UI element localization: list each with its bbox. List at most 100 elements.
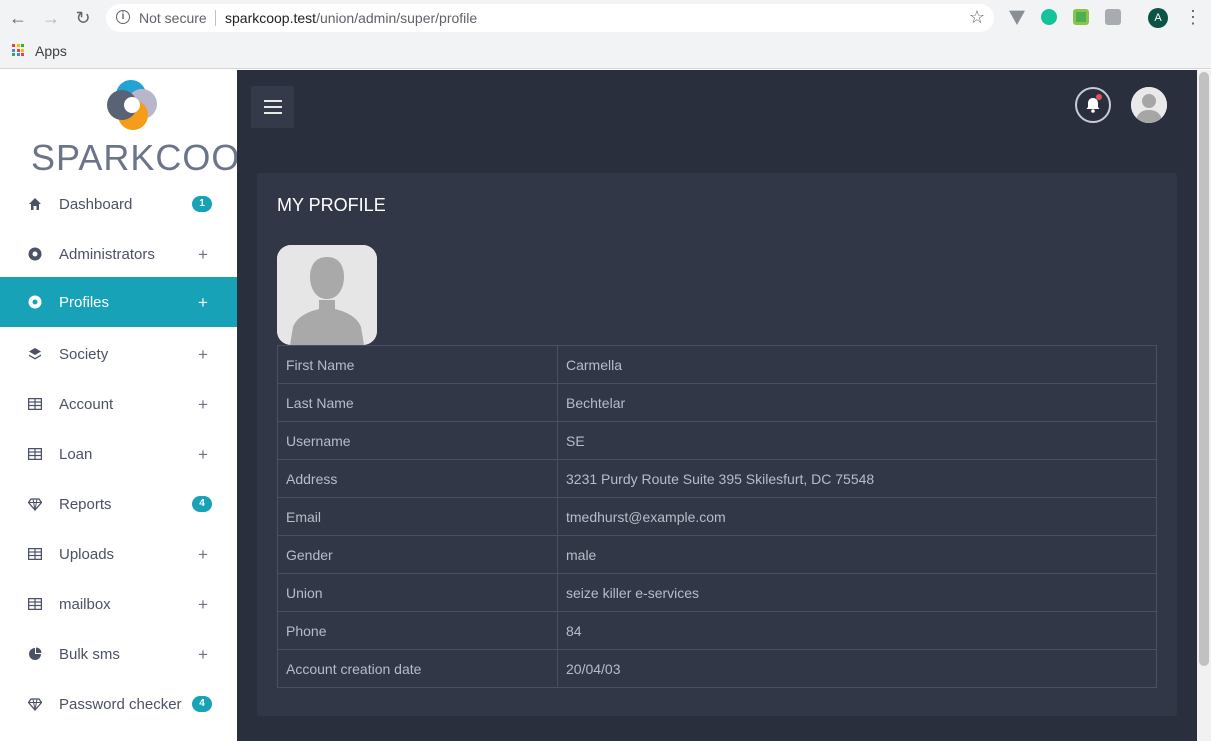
sidebar-item-bulk-sms[interactable]: Bulk sms + (0, 629, 237, 679)
sidebar-item-label: Dashboard (59, 195, 133, 213)
divider (215, 10, 216, 26)
sidebar-item-dashboard[interactable]: Dashboard 1 (0, 179, 237, 229)
hamburger-line (264, 112, 282, 114)
field-value: seize killer e-services (557, 573, 1157, 612)
grid-icon (27, 546, 43, 562)
bookmarks-bar: Apps (0, 36, 1211, 69)
profile-table: First Name Carmella Last Name Bechtelar Us… (277, 345, 1157, 688)
user-avatar[interactable] (1131, 87, 1167, 123)
circle-dot-icon (27, 246, 43, 262)
sidebar-item-label: mailbox (59, 595, 111, 613)
extension-v-icon[interactable] (1009, 10, 1025, 25)
field-label: Address (277, 459, 558, 498)
reload-icon[interactable]: ↻ (73, 8, 93, 28)
sidebar-item-account[interactable]: Account + (0, 379, 237, 429)
sparkcoop-logo-icon (107, 80, 157, 130)
diamond-icon (27, 696, 43, 712)
sidebar-item-label: Administrators (59, 245, 155, 263)
grid-icon (27, 596, 43, 612)
field-label: Phone (277, 611, 558, 650)
field-label: Union (277, 573, 558, 612)
sidebar-item-label: Uploads (59, 545, 115, 563)
sidebar-item-society[interactable]: Society + (0, 329, 237, 379)
table-row: Union seize killer e-services (277, 573, 1157, 612)
expand-plus-icon[interactable]: + (198, 546, 208, 563)
sidebar-item-label: Account (59, 395, 114, 413)
expand-plus-icon[interactable]: + (198, 446, 208, 463)
table-row: Last Name Bechtelar (277, 383, 1157, 422)
table-row: Username SE (277, 421, 1157, 460)
sidebar-item-reports[interactable]: Reports 4 (0, 479, 237, 529)
user-silhouette-icon (277, 245, 377, 345)
field-label: Email (277, 497, 558, 536)
table-row: First Name Carmella (277, 345, 1157, 384)
sidebar: SPARKCOOP Dashboard 1 Administrators + P… (0, 70, 264, 741)
expand-plus-icon[interactable]: + (198, 596, 208, 613)
hamburger-line (264, 100, 282, 102)
page-scrollbar[interactable] (1197, 70, 1211, 741)
apps-icon[interactable] (12, 44, 24, 56)
browser-menu-icon[interactable]: ⋮ (1184, 7, 1202, 27)
field-value: 3231 Purdy Route Suite 395 Skilesfurt, D… (557, 459, 1157, 498)
field-label: First Name (277, 345, 558, 384)
info-icon[interactable]: i (116, 10, 130, 24)
grammarly-icon[interactable] (1041, 9, 1057, 25)
hamburger-line (264, 106, 282, 108)
bookmark-star-icon[interactable]: ☆ (969, 7, 985, 28)
circle-dot-icon (27, 294, 43, 310)
browser-profile-avatar[interactable]: A (1148, 8, 1168, 28)
expand-plus-icon[interactable]: + (198, 346, 208, 363)
expand-plus-icon[interactable]: + (198, 294, 208, 311)
field-value: SE (557, 421, 1157, 460)
profile-card: MY PROFILE First Name Carmella Last Name B… (257, 173, 1177, 716)
sidebar-item-label: Bulk sms (59, 645, 120, 663)
url-text[interactable]: sparkcoop.test/union/admin/super/profile (225, 10, 477, 26)
address-bar[interactable]: i Not secure sparkcoop.test/union/admin/… (106, 4, 994, 32)
sidebar-item-loan[interactable]: Loan + (0, 429, 237, 479)
sidebar-item-password-checker[interactable]: Password checker 4 (0, 679, 237, 729)
sidebar-item-uploads[interactable]: Uploads + (0, 529, 237, 579)
sidebar-item-label: Profiles (59, 293, 110, 311)
field-label: Last Name (277, 383, 558, 422)
apps-bookmark[interactable]: Apps (35, 43, 67, 59)
brand-name: SPARKCOOP (31, 137, 266, 178)
layers-icon (27, 346, 43, 362)
expand-plus-icon[interactable]: + (198, 246, 208, 263)
grid-icon (27, 446, 43, 462)
main-content: MY PROFILE First Name Carmella Last Name B… (237, 70, 1197, 741)
field-label: Account creation date (277, 649, 558, 688)
table-row: Account creation date 20/04/03 (277, 649, 1157, 688)
grid-icon (27, 396, 43, 412)
menu-toggle-button[interactable] (251, 86, 294, 128)
sidebar-item-label: Reports (59, 495, 112, 513)
back-icon[interactable]: ← (8, 8, 28, 28)
forward-icon[interactable]: → (41, 8, 61, 28)
sidebar-item-mailbox[interactable]: mailbox + (0, 579, 237, 629)
sidebar-item-label: Password checker (59, 695, 182, 713)
user-silhouette-icon (1131, 87, 1167, 123)
extension-green-icon[interactable] (1073, 9, 1089, 25)
home-icon (27, 196, 43, 212)
browser-toolbar: ← → ↻ i Not secure sparkcoop.test/union/… (0, 0, 1211, 36)
table-row: Phone 84 (277, 611, 1157, 650)
expand-plus-icon[interactable]: + (198, 396, 208, 413)
sidebar-item-label: Society (59, 345, 109, 363)
expand-plus-icon[interactable]: + (198, 646, 208, 663)
scrollbar-thumb[interactable] (1199, 72, 1209, 666)
count-badge: 4 (192, 696, 212, 712)
field-value: 84 (557, 611, 1157, 650)
field-value: Carmella (557, 345, 1157, 384)
notifications-button[interactable] (1075, 87, 1111, 123)
field-value: male (557, 535, 1157, 574)
pie-chart-icon (27, 646, 43, 662)
field-label: Username (277, 421, 558, 460)
bell-icon (1086, 98, 1100, 113)
sidebar-item-profiles[interactable]: Profiles + (0, 277, 237, 327)
field-value: 20/04/03 (557, 649, 1157, 688)
notification-dot (1096, 94, 1102, 100)
url-path: /union/admin/super/profile (316, 10, 478, 26)
count-badge: 4 (192, 496, 212, 512)
count-badge: 1 (192, 196, 212, 212)
sidebar-item-administrators[interactable]: Administrators + (0, 229, 237, 279)
extension-gray-icon[interactable] (1105, 9, 1121, 25)
